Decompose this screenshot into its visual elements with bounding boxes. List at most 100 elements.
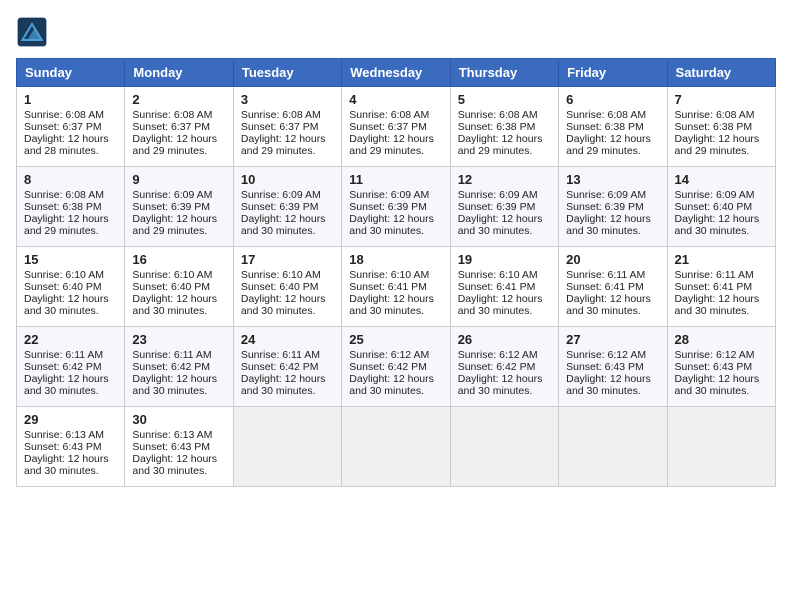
- daylight-label: Daylight: 12 hours and 29 minutes.: [349, 133, 434, 157]
- page-header: [16, 16, 776, 48]
- calendar-week-row: 1 Sunrise: 6:08 AM Sunset: 6:37 PM Dayli…: [17, 87, 776, 167]
- day-number: 24: [241, 332, 334, 347]
- daylight-label: Daylight: 12 hours and 30 minutes.: [566, 373, 651, 397]
- sunset-label: Sunset: 6:42 PM: [458, 361, 536, 373]
- sunset-label: Sunset: 6:37 PM: [349, 121, 427, 133]
- sunrise-label: Sunrise: 6:08 AM: [241, 109, 321, 121]
- calendar-cell: 27 Sunrise: 6:12 AM Sunset: 6:43 PM Dayl…: [559, 327, 667, 407]
- sunset-label: Sunset: 6:41 PM: [349, 281, 427, 293]
- sunset-label: Sunset: 6:39 PM: [349, 201, 427, 213]
- calendar-cell: 22 Sunrise: 6:11 AM Sunset: 6:42 PM Dayl…: [17, 327, 125, 407]
- daylight-label: Daylight: 12 hours and 30 minutes.: [458, 293, 543, 317]
- day-number: 30: [132, 412, 225, 427]
- day-number: 20: [566, 252, 659, 267]
- day-number: 1: [24, 92, 117, 107]
- sunset-label: Sunset: 6:43 PM: [132, 441, 210, 453]
- calendar-cell: 24 Sunrise: 6:11 AM Sunset: 6:42 PM Dayl…: [233, 327, 341, 407]
- day-number: 12: [458, 172, 551, 187]
- daylight-label: Daylight: 12 hours and 30 minutes.: [675, 293, 760, 317]
- sunrise-label: Sunrise: 6:12 AM: [675, 349, 755, 361]
- daylight-label: Daylight: 12 hours and 30 minutes.: [241, 293, 326, 317]
- day-number: 5: [458, 92, 551, 107]
- calendar-cell: 21 Sunrise: 6:11 AM Sunset: 6:41 PM Dayl…: [667, 247, 775, 327]
- daylight-label: Daylight: 12 hours and 30 minutes.: [349, 373, 434, 397]
- daylight-label: Daylight: 12 hours and 29 minutes.: [675, 133, 760, 157]
- calendar-cell: 2 Sunrise: 6:08 AM Sunset: 6:37 PM Dayli…: [125, 87, 233, 167]
- calendar-cell: 15 Sunrise: 6:10 AM Sunset: 6:40 PM Dayl…: [17, 247, 125, 327]
- calendar-cell: 4 Sunrise: 6:08 AM Sunset: 6:37 PM Dayli…: [342, 87, 450, 167]
- sunrise-label: Sunrise: 6:08 AM: [566, 109, 646, 121]
- daylight-label: Daylight: 12 hours and 29 minutes.: [241, 133, 326, 157]
- day-number: 22: [24, 332, 117, 347]
- weekday-header: Tuesday: [233, 59, 341, 87]
- calendar-cell: 5 Sunrise: 6:08 AM Sunset: 6:38 PM Dayli…: [450, 87, 558, 167]
- sunrise-label: Sunrise: 6:13 AM: [24, 429, 104, 441]
- weekday-header: Sunday: [17, 59, 125, 87]
- calendar-cell: 9 Sunrise: 6:09 AM Sunset: 6:39 PM Dayli…: [125, 167, 233, 247]
- daylight-label: Daylight: 12 hours and 30 minutes.: [566, 293, 651, 317]
- day-number: 6: [566, 92, 659, 107]
- daylight-label: Daylight: 12 hours and 30 minutes.: [24, 373, 109, 397]
- calendar-cell: 6 Sunrise: 6:08 AM Sunset: 6:38 PM Dayli…: [559, 87, 667, 167]
- calendar-cell: 13 Sunrise: 6:09 AM Sunset: 6:39 PM Dayl…: [559, 167, 667, 247]
- calendar-cell: 23 Sunrise: 6:11 AM Sunset: 6:42 PM Dayl…: [125, 327, 233, 407]
- sunset-label: Sunset: 6:41 PM: [458, 281, 536, 293]
- sunset-label: Sunset: 6:40 PM: [241, 281, 319, 293]
- sunrise-label: Sunrise: 6:13 AM: [132, 429, 212, 441]
- daylight-label: Daylight: 12 hours and 29 minutes.: [24, 213, 109, 237]
- calendar-week-row: 8 Sunrise: 6:08 AM Sunset: 6:38 PM Dayli…: [17, 167, 776, 247]
- day-number: 4: [349, 92, 442, 107]
- calendar-cell: [233, 407, 341, 487]
- calendar-cell: 28 Sunrise: 6:12 AM Sunset: 6:43 PM Dayl…: [667, 327, 775, 407]
- day-number: 8: [24, 172, 117, 187]
- weekday-header: Wednesday: [342, 59, 450, 87]
- daylight-label: Daylight: 12 hours and 29 minutes.: [132, 213, 217, 237]
- calendar-week-row: 29 Sunrise: 6:13 AM Sunset: 6:43 PM Dayl…: [17, 407, 776, 487]
- day-number: 21: [675, 252, 768, 267]
- day-number: 11: [349, 172, 442, 187]
- sunrise-label: Sunrise: 6:11 AM: [241, 349, 320, 361]
- calendar-cell: 25 Sunrise: 6:12 AM Sunset: 6:42 PM Dayl…: [342, 327, 450, 407]
- day-number: 27: [566, 332, 659, 347]
- sunrise-label: Sunrise: 6:08 AM: [349, 109, 429, 121]
- sunrise-label: Sunrise: 6:08 AM: [458, 109, 538, 121]
- daylight-label: Daylight: 12 hours and 30 minutes.: [458, 373, 543, 397]
- sunrise-label: Sunrise: 6:10 AM: [132, 269, 212, 281]
- calendar-cell: 19 Sunrise: 6:10 AM Sunset: 6:41 PM Dayl…: [450, 247, 558, 327]
- calendar-table: SundayMondayTuesdayWednesdayThursdayFrid…: [16, 58, 776, 487]
- calendar-cell: 11 Sunrise: 6:09 AM Sunset: 6:39 PM Dayl…: [342, 167, 450, 247]
- logo-icon: [16, 16, 48, 48]
- sunset-label: Sunset: 6:41 PM: [566, 281, 644, 293]
- daylight-label: Daylight: 12 hours and 30 minutes.: [349, 213, 434, 237]
- calendar-cell: 18 Sunrise: 6:10 AM Sunset: 6:41 PM Dayl…: [342, 247, 450, 327]
- sunset-label: Sunset: 6:37 PM: [241, 121, 319, 133]
- sunrise-label: Sunrise: 6:12 AM: [349, 349, 429, 361]
- sunset-label: Sunset: 6:42 PM: [24, 361, 102, 373]
- sunset-label: Sunset: 6:43 PM: [24, 441, 102, 453]
- calendar-cell: [342, 407, 450, 487]
- calendar-cell: 16 Sunrise: 6:10 AM Sunset: 6:40 PM Dayl…: [125, 247, 233, 327]
- calendar-cell: 17 Sunrise: 6:10 AM Sunset: 6:40 PM Dayl…: [233, 247, 341, 327]
- daylight-label: Daylight: 12 hours and 29 minutes.: [132, 133, 217, 157]
- sunset-label: Sunset: 6:39 PM: [458, 201, 536, 213]
- calendar-cell: [667, 407, 775, 487]
- daylight-label: Daylight: 12 hours and 30 minutes.: [675, 213, 760, 237]
- sunset-label: Sunset: 6:43 PM: [675, 361, 753, 373]
- day-number: 18: [349, 252, 442, 267]
- sunrise-label: Sunrise: 6:09 AM: [566, 189, 646, 201]
- day-number: 2: [132, 92, 225, 107]
- sunset-label: Sunset: 6:38 PM: [675, 121, 753, 133]
- sunrise-label: Sunrise: 6:09 AM: [675, 189, 755, 201]
- day-number: 7: [675, 92, 768, 107]
- daylight-label: Daylight: 12 hours and 29 minutes.: [566, 133, 651, 157]
- day-number: 29: [24, 412, 117, 427]
- sunset-label: Sunset: 6:39 PM: [241, 201, 319, 213]
- weekday-header: Monday: [125, 59, 233, 87]
- sunset-label: Sunset: 6:40 PM: [132, 281, 210, 293]
- day-number: 28: [675, 332, 768, 347]
- sunset-label: Sunset: 6:38 PM: [24, 201, 102, 213]
- calendar-week-row: 22 Sunrise: 6:11 AM Sunset: 6:42 PM Dayl…: [17, 327, 776, 407]
- sunrise-label: Sunrise: 6:11 AM: [132, 349, 211, 361]
- sunrise-label: Sunrise: 6:10 AM: [241, 269, 321, 281]
- daylight-label: Daylight: 12 hours and 30 minutes.: [241, 213, 326, 237]
